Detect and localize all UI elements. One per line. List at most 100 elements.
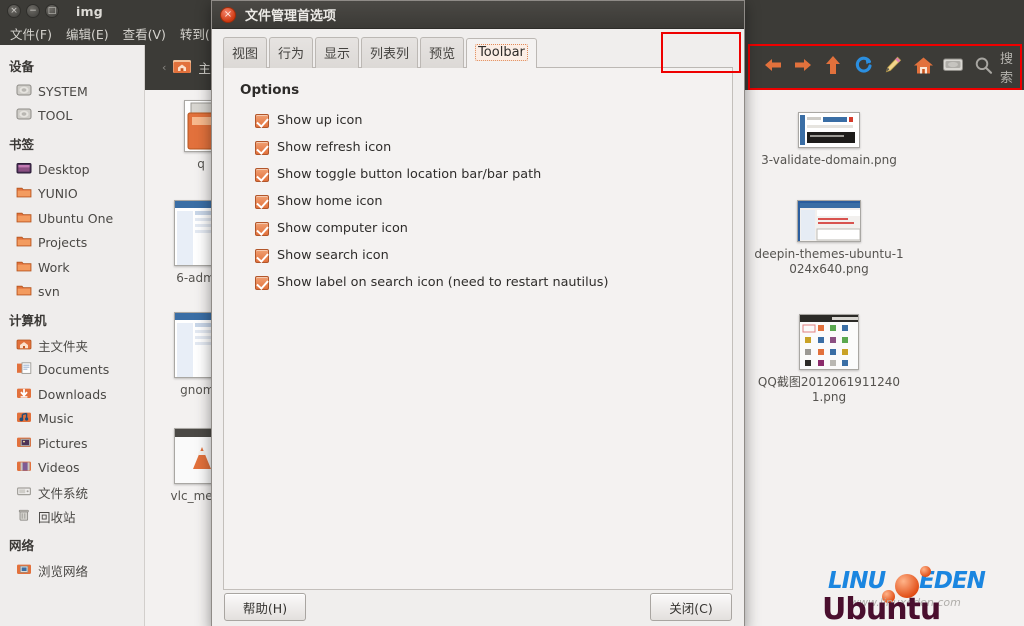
screen: × − □ img 文件(F) 编辑(E) 查看(V) 转到( ‹ 主 搜索 设… bbox=[0, 0, 1024, 626]
file-item[interactable]: 3-validate-domain.png bbox=[754, 112, 904, 168]
tab-预览[interactable]: 预览 bbox=[420, 37, 465, 68]
checkbox-checked-icon[interactable] bbox=[255, 140, 269, 155]
option-row[interactable]: Show computer icon bbox=[240, 215, 716, 242]
menu-go[interactable]: 转到( bbox=[174, 22, 216, 45]
sidebar-item-music[interactable]: Music bbox=[0, 407, 144, 432]
option-label: Show toggle button location bar/bar path bbox=[277, 167, 542, 182]
desktop-icon bbox=[16, 160, 32, 179]
window-title: img bbox=[76, 3, 103, 19]
search-label[interactable]: 搜索 bbox=[1000, 48, 1013, 86]
tab-label: Toolbar bbox=[475, 44, 528, 61]
checkbox-checked-icon[interactable] bbox=[255, 248, 269, 263]
sidebar-item-svn[interactable]: svn bbox=[0, 280, 144, 305]
back-arrow-icon bbox=[763, 57, 783, 77]
forward-button[interactable] bbox=[788, 51, 818, 83]
checkbox-checked-icon[interactable] bbox=[255, 194, 269, 209]
sidebar-item-documents[interactable]: Documents bbox=[0, 358, 144, 383]
sidebar-item-downloads[interactable]: Downloads bbox=[0, 382, 144, 407]
edit-location-button[interactable] bbox=[878, 51, 908, 83]
sidebar-item-label: 文件系统 bbox=[38, 485, 89, 501]
checkbox-checked-icon[interactable] bbox=[255, 275, 269, 290]
sidebar-item-label: Music bbox=[38, 411, 74, 427]
filesystem-icon bbox=[16, 483, 32, 502]
option-label: Show computer icon bbox=[277, 221, 408, 236]
option-row[interactable]: Show search icon bbox=[240, 242, 716, 269]
option-label: Show label on search icon (need to resta… bbox=[277, 275, 609, 290]
sidebar-item-system[interactable]: SYSTEM bbox=[0, 79, 144, 104]
refresh-button[interactable] bbox=[848, 51, 878, 83]
window-minimize-button[interactable]: − bbox=[26, 4, 40, 18]
option-row[interactable]: Show refresh icon bbox=[240, 134, 716, 161]
menu-file[interactable]: 文件(F) bbox=[4, 22, 58, 45]
close-button[interactable]: 关闭(C) bbox=[650, 593, 732, 621]
checkbox-checked-icon[interactable] bbox=[255, 167, 269, 182]
sidebar-item-浏览网络[interactable]: 浏览网络 bbox=[0, 558, 144, 583]
options-heading: Options bbox=[240, 82, 300, 98]
sidebar-heading: 网络 bbox=[9, 538, 35, 553]
sidebar-item-ubuntu-one[interactable]: Ubuntu One bbox=[0, 206, 144, 231]
sidebar-item-yunio[interactable]: YUNIO bbox=[0, 182, 144, 207]
sidebar-item-label: 回收站 bbox=[38, 510, 76, 526]
file-item[interactable]: QQ截图20120619112401.png bbox=[754, 314, 904, 405]
close-icon: × bbox=[223, 8, 233, 20]
checkbox-checked-icon[interactable] bbox=[255, 221, 269, 236]
up-button[interactable] bbox=[818, 51, 848, 83]
sidebar-heading: 书签 bbox=[9, 137, 35, 152]
menu-view[interactable]: 查看(V) bbox=[117, 22, 172, 45]
tab-行为[interactable]: 行为 bbox=[269, 37, 314, 68]
sidebar-item-label: Downloads bbox=[38, 386, 107, 402]
dialog-title: 文件管理首选项 bbox=[245, 9, 337, 24]
tab-toolbar[interactable]: Toolbar bbox=[466, 38, 537, 68]
sidebar-item-tool[interactable]: TOOL bbox=[0, 104, 144, 129]
sidebar-item-label: Desktop bbox=[38, 161, 90, 177]
sidebar-heading: 设备 bbox=[9, 59, 35, 74]
menu-edit[interactable]: 编辑(E) bbox=[60, 22, 115, 45]
path-separator-icon: ‹ bbox=[162, 61, 167, 74]
option-row[interactable]: Show toggle button location bar/bar path bbox=[240, 161, 716, 188]
preferences-dialog: × 文件管理首选项 视图 行为 显示 列表列 预览 Toolbar Options Sho… bbox=[211, 0, 745, 626]
checkbox-checked-icon[interactable] bbox=[255, 113, 269, 128]
sidebar-item-label: Videos bbox=[38, 460, 80, 476]
home-folder-icon bbox=[16, 336, 32, 355]
sidebar-item-label: 浏览网络 bbox=[38, 563, 89, 579]
option-row[interactable]: Show up icon bbox=[240, 107, 716, 134]
option-row[interactable]: Show label on search icon (need to resta… bbox=[240, 269, 716, 296]
pathbar-item-home[interactable]: 主 bbox=[172, 57, 211, 78]
help-button[interactable]: 帮助(H) bbox=[224, 593, 306, 621]
file-name: deepin-themes-ubuntu-1024x640.png bbox=[754, 247, 904, 276]
icons-thumb bbox=[799, 314, 859, 370]
sidebar-item-projects[interactable]: Projects bbox=[0, 231, 144, 256]
home-button[interactable] bbox=[908, 51, 938, 83]
downloads-icon bbox=[16, 385, 32, 404]
dialog-body: 视图 行为 显示 列表列 预览 Toolbar Options Show up icon S… bbox=[212, 29, 744, 590]
tab-列表列[interactable]: 列表列 bbox=[361, 37, 419, 68]
sidebar-item-回收站[interactable]: 回收站 bbox=[0, 505, 144, 530]
window-maximize-button[interactable]: □ bbox=[45, 4, 59, 18]
sidebar-item-pictures[interactable]: Pictures bbox=[0, 431, 144, 456]
option-row[interactable]: Show home icon bbox=[240, 188, 716, 215]
option-label: Show refresh icon bbox=[277, 140, 392, 155]
tab-显示[interactable]: 显示 bbox=[315, 37, 360, 68]
home-folder-icon bbox=[172, 57, 192, 78]
sidebar-item-videos[interactable]: Videos bbox=[0, 456, 144, 481]
back-button[interactable] bbox=[758, 51, 788, 83]
dialog-tabstrip: 视图 行为 显示 列表列 预览 Toolbar bbox=[223, 37, 733, 68]
sidebar[interactable]: 设备 SYSTEM TOOL 书签 Desktop YUNIO Ubuntu One Proj… bbox=[0, 45, 145, 626]
search-button[interactable] bbox=[968, 51, 998, 83]
sidebar-item-work[interactable]: Work bbox=[0, 255, 144, 280]
file-item[interactable]: deepin-themes-ubuntu-1024x640.png bbox=[754, 200, 904, 277]
sidebar-item-文件系统[interactable]: 文件系统 bbox=[0, 480, 144, 505]
option-label: Show search icon bbox=[277, 248, 389, 263]
options-list: Show up icon Show refresh icon Show toggle… bbox=[240, 107, 716, 296]
sidebar-item-主文件夹[interactable]: 主文件夹 bbox=[0, 333, 144, 358]
sidebar-item-desktop[interactable]: Desktop bbox=[0, 157, 144, 182]
sidebar-item-label: YUNIO bbox=[38, 186, 78, 202]
pencil-icon bbox=[883, 55, 903, 79]
tab-视图[interactable]: 视图 bbox=[223, 37, 268, 68]
window-close-button[interactable]: × bbox=[7, 4, 21, 18]
network-icon bbox=[16, 561, 32, 580]
computer-button[interactable] bbox=[938, 51, 968, 83]
dialog-close-button[interactable]: × bbox=[220, 6, 236, 23]
sidebar-item-label: Work bbox=[38, 259, 70, 275]
music-icon bbox=[16, 409, 32, 428]
